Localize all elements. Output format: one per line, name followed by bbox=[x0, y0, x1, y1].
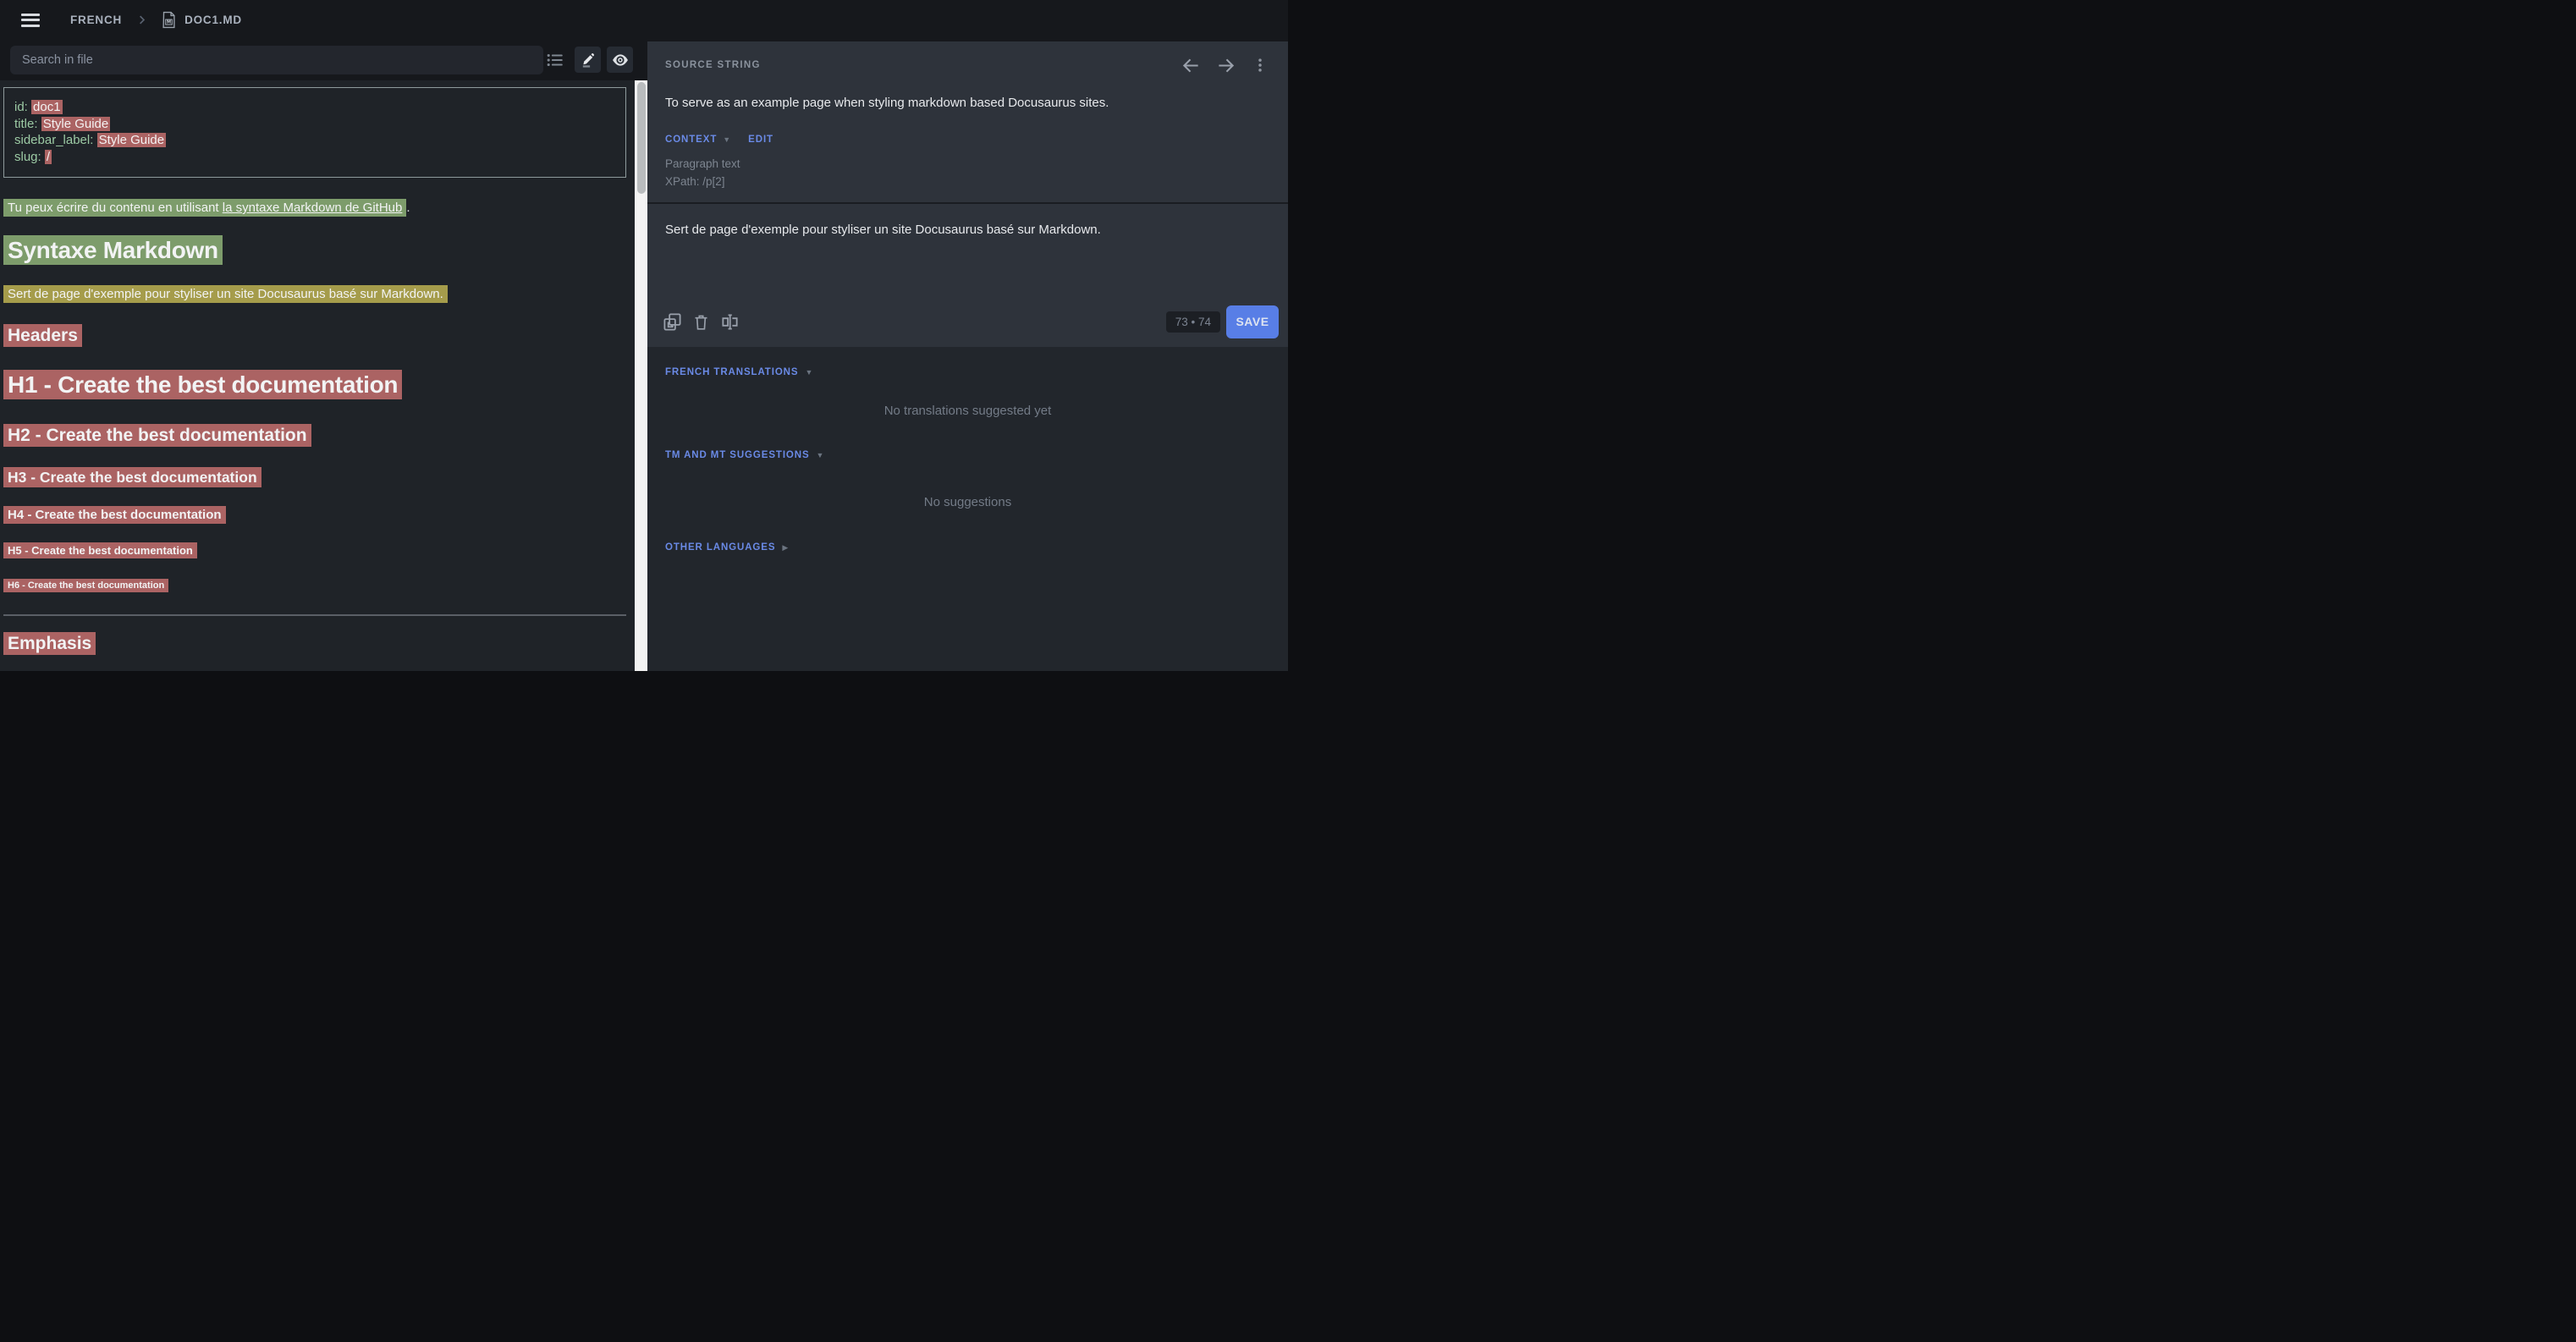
heading-syntaxe-markdown: Syntaxe Markdown bbox=[3, 237, 626, 264]
heading-h6-sample: H6 - Create the best documentation bbox=[3, 580, 626, 591]
intro-period: . bbox=[406, 201, 410, 215]
string-nav-actions bbox=[1181, 55, 1270, 75]
context-row: CONTEXT ▼ EDIT bbox=[665, 135, 1270, 145]
frontmatter-block: id: doc1 title: Style Guide sidebar_labe… bbox=[3, 87, 626, 178]
heading-h4-sample: H4 - Create the best documentation bbox=[3, 508, 626, 522]
breadcrumb-file[interactable]: DOC1.MD bbox=[184, 14, 242, 26]
untranslated-string[interactable]: H2 - Create the best documentation bbox=[3, 424, 311, 447]
hamburger-menu-icon[interactable] bbox=[21, 10, 40, 30]
previous-string-arrow-icon[interactable] bbox=[1181, 55, 1201, 75]
frontmatter-value-string[interactable]: Style Guide bbox=[41, 117, 111, 131]
heading-h2-sample: H2 - Create the best documentation bbox=[3, 426, 626, 446]
paragraph-translated: Tu peux écrire du contenu en utilisant l… bbox=[3, 200, 626, 217]
breadcrumb-project[interactable]: FRENCH bbox=[70, 14, 122, 26]
translation-textarea[interactable]: Sert de page d'exemple pour styliser un … bbox=[665, 204, 1270, 237]
crowdin-editor: FRENCH M DOC1.MD bbox=[0, 0, 1288, 671]
frontmatter-key: id: bbox=[14, 100, 31, 114]
untranslated-string[interactable]: H5 - Create the best documentation bbox=[3, 542, 197, 558]
frontmatter-line: id: doc1 bbox=[14, 99, 615, 116]
translations-empty-state: No translations suggested yet bbox=[665, 404, 1270, 418]
markdown-file-icon: M bbox=[162, 11, 176, 29]
frontmatter-value-string[interactable]: Style Guide bbox=[97, 133, 167, 147]
tm-mt-suggestions-toggle[interactable]: TM AND MT SUGGESTIONS bbox=[665, 450, 810, 460]
untranslated-string[interactable]: Emphasis bbox=[3, 632, 96, 655]
frontmatter-value-string[interactable]: / bbox=[45, 150, 52, 164]
paragraph-selected: Sert de page d'exemple pour styliser un … bbox=[3, 286, 626, 303]
breadcrumb-chevron-icon bbox=[135, 14, 148, 26]
heading-h1-sample: H1 - Create the best documentation bbox=[3, 371, 626, 399]
context-xpath: XPath: /p[2] bbox=[665, 173, 1270, 190]
selected-string[interactable]: Sert de page d'exemple pour styliser un … bbox=[3, 285, 448, 303]
frontmatter-value-string[interactable]: doc1 bbox=[31, 100, 63, 114]
intro-link[interactable]: la syntaxe Markdown de GitHub bbox=[223, 201, 403, 215]
frontmatter-key: slug: bbox=[14, 150, 45, 164]
heading-h3-sample: H3 - Create the best documentation bbox=[3, 469, 626, 487]
section-tm-mt-suggestions: TM AND MT SUGGESTIONS ▼ bbox=[665, 450, 1270, 460]
context-type: Paragraph text bbox=[665, 155, 1270, 173]
frontmatter-line: slug: / bbox=[14, 149, 615, 166]
untranslated-string[interactable]: H4 - Create the best documentation bbox=[3, 506, 226, 524]
delete-translation-icon[interactable] bbox=[686, 307, 715, 336]
preview-scrollbar-track[interactable] bbox=[635, 80, 647, 671]
translation-toolbar: 73 • 74 SAVE bbox=[647, 302, 1288, 341]
translation-editor-card: Sert de page d'exemple pour styliser un … bbox=[647, 204, 1288, 347]
preview-scrollbar-thumb[interactable] bbox=[637, 82, 646, 194]
kebab-menu-icon[interactable] bbox=[1250, 55, 1270, 75]
chevron-down-icon: ▼ bbox=[817, 452, 824, 459]
context-toggle[interactable]: CONTEXT bbox=[665, 135, 717, 145]
untranslated-string[interactable]: H6 - Create the best documentation bbox=[3, 579, 168, 592]
translated-string[interactable]: Syntaxe Markdown bbox=[3, 235, 223, 265]
context-edit-button[interactable]: EDIT bbox=[748, 135, 773, 145]
suggestions-empty-state: No suggestions bbox=[665, 495, 1270, 509]
translation-panel: SOURCE STRING To serve as an example pag… bbox=[647, 0, 1288, 671]
string-list-view-icon[interactable] bbox=[542, 47, 568, 73]
source-string-header: SOURCE STRING bbox=[665, 41, 1270, 75]
svg-text:M: M bbox=[167, 20, 171, 25]
untranslated-string[interactable]: H1 - Create the best documentation bbox=[3, 370, 402, 399]
source-string-label: SOURCE STRING bbox=[665, 60, 761, 70]
file-preview-panel: id: doc1 title: Style Guide sidebar_labe… bbox=[0, 40, 647, 671]
copy-source-icon[interactable] bbox=[658, 307, 686, 336]
other-languages-toggle[interactable]: OTHER LANGUAGES bbox=[665, 542, 775, 553]
edit-mode-icon[interactable] bbox=[575, 47, 601, 73]
document-preview: id: doc1 title: Style Guide sidebar_labe… bbox=[0, 80, 635, 671]
frontmatter-key: sidebar_label: bbox=[14, 133, 97, 147]
heading-headers: Headers bbox=[3, 326, 626, 346]
frontmatter-line: sidebar_label: Style Guide bbox=[14, 132, 615, 149]
search-input[interactable] bbox=[10, 46, 543, 74]
chevron-right-icon: ▶ bbox=[782, 544, 788, 552]
untranslated-string[interactable]: Headers bbox=[3, 324, 82, 347]
frontmatter-line: title: Style Guide bbox=[14, 116, 615, 133]
frontmatter-key: title: bbox=[14, 117, 41, 131]
suggestions-area: FRENCH TRANSLATIONS ▼ No translations su… bbox=[647, 367, 1288, 553]
save-button[interactable]: SAVE bbox=[1226, 305, 1279, 338]
top-bar: FRENCH M DOC1.MD bbox=[0, 0, 1288, 40]
intro-text: Tu peux écrire du contenu en utilisant bbox=[8, 201, 223, 215]
select-text-icon[interactable] bbox=[715, 307, 744, 336]
preview-eye-icon[interactable] bbox=[607, 47, 633, 73]
search-toolbar bbox=[0, 40, 647, 80]
heading-emphasis: Emphasis bbox=[3, 634, 626, 654]
context-details: Paragraph text XPath: /p[2] bbox=[665, 155, 1270, 190]
section-french-translations: FRENCH TRANSLATIONS ▼ bbox=[665, 367, 1270, 377]
character-counter-badge: 73 • 74 bbox=[1166, 311, 1220, 333]
next-string-arrow-icon[interactable] bbox=[1215, 55, 1236, 75]
source-string-card: SOURCE STRING To serve as an example pag… bbox=[647, 41, 1288, 202]
section-other-languages: OTHER LANGUAGES ▶ bbox=[665, 542, 1270, 553]
source-string-text: To serve as an example page when styling… bbox=[665, 96, 1270, 110]
untranslated-string[interactable]: H3 - Create the best documentation bbox=[3, 467, 261, 487]
translated-string[interactable]: Tu peux écrire du contenu en utilisant l… bbox=[3, 199, 406, 217]
horizontal-rule bbox=[3, 614, 626, 616]
french-translations-toggle[interactable]: FRENCH TRANSLATIONS bbox=[665, 367, 798, 377]
chevron-down-icon: ▼ bbox=[723, 136, 730, 144]
heading-h5-sample: H5 - Create the best documentation bbox=[3, 544, 626, 557]
chevron-down-icon: ▼ bbox=[805, 369, 812, 377]
